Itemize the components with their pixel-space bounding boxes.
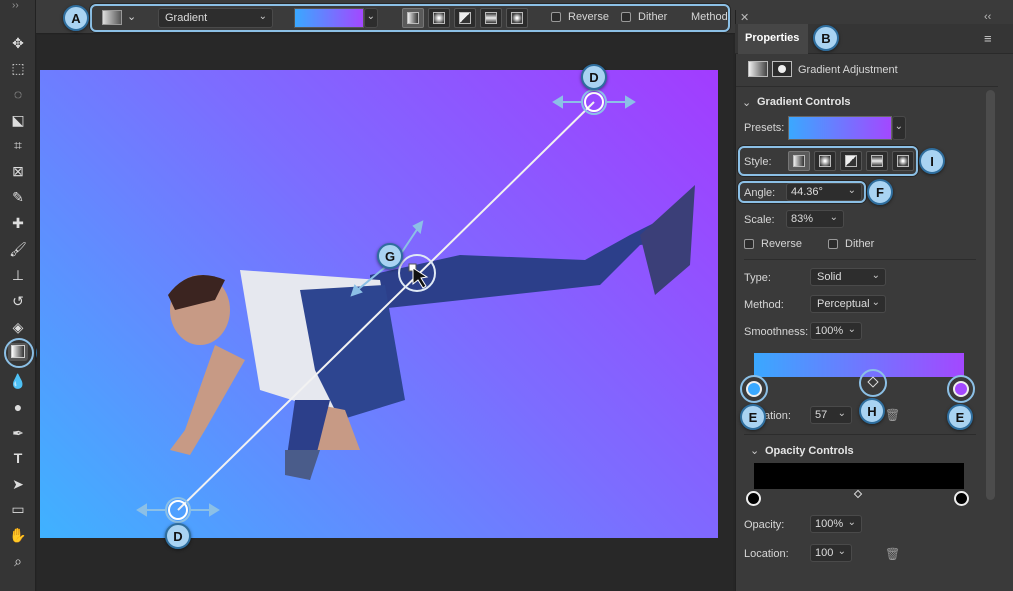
adjustment-label: Gradient Adjustment	[798, 64, 898, 76]
opacity-gradient-bar[interactable]	[754, 463, 964, 489]
collapse-gradient-controls-icon[interactable]: ⌄	[742, 96, 751, 109]
chevron-down-icon: ⌄	[871, 270, 880, 281]
callout-h-ring	[859, 369, 887, 397]
chevron-down-icon: ⌄	[847, 324, 856, 335]
radial-gradient-icon	[819, 155, 831, 167]
dither-checkbox[interactable]	[828, 239, 838, 249]
close-panel-icon[interactable]: ✕	[740, 11, 749, 24]
callout-g: G	[377, 243, 403, 269]
type-label: Type:	[744, 272, 771, 284]
angle-input[interactable]: 44.36° ⌄	[786, 183, 862, 201]
divider	[736, 86, 998, 87]
properties-tab-title: Properties	[745, 32, 800, 44]
panel-scrollbar[interactable]	[986, 90, 995, 500]
opacity-stop-right[interactable]	[954, 491, 969, 506]
gradient-adjustment-icon	[748, 61, 768, 77]
method-dropdown[interactable]: Perceptual ⌄	[810, 295, 886, 313]
chevron-down-icon: ⌄	[837, 408, 846, 419]
method-label: Method:	[744, 299, 784, 311]
reverse-label: Reverse	[761, 238, 802, 250]
callout-e-left-ring	[740, 375, 768, 403]
style-angle-button[interactable]	[840, 151, 862, 171]
opacity-location-input[interactable]: 100 ⌄	[810, 544, 852, 562]
divider	[744, 259, 976, 260]
opacity-input[interactable]: 100% ⌄	[810, 515, 862, 533]
callout-e-right: E	[947, 404, 973, 430]
smoothness-value: 100%	[815, 325, 844, 337]
panel-menu-icon[interactable]: ≡	[984, 31, 992, 46]
chevron-down-icon: ⌄	[894, 121, 903, 132]
gradient-controls-header: Gradient Controls	[757, 96, 851, 108]
trash-icon[interactable]: 🗑	[885, 408, 900, 422]
scale-value: 83%	[791, 213, 814, 225]
callout-f: F	[867, 179, 893, 205]
style-label: Style:	[744, 156, 772, 168]
angle-value: 44.36°	[791, 186, 823, 198]
chevron-down-icon: ⌄	[847, 517, 856, 528]
callout-b: B	[813, 25, 839, 51]
angle-label: Angle:	[744, 187, 776, 199]
location-label: ation:	[764, 410, 791, 422]
style-radial-button[interactable]	[814, 151, 836, 171]
scale-label: Scale:	[744, 214, 775, 226]
style-reflected-button[interactable]	[866, 151, 888, 171]
callout-d-top: D	[581, 64, 607, 90]
opacity-stop-left[interactable]	[746, 491, 761, 506]
location-input[interactable]: 57 ⌄	[810, 406, 852, 424]
chevron-down-icon: ⌄	[847, 185, 856, 196]
type-dropdown[interactable]: Solid ⌄	[810, 268, 886, 286]
smoothness-label: Smoothness:	[744, 326, 809, 338]
reflected-gradient-icon	[871, 155, 883, 167]
presets-label: Presets:	[744, 122, 785, 134]
dither-label: Dither	[845, 238, 875, 250]
opacity-location-value: 100	[815, 547, 834, 559]
callout-h: H	[859, 398, 885, 424]
scale-input[interactable]: 83% ⌄	[786, 210, 844, 228]
collapse-panel-icon[interactable]: ‹‹	[984, 11, 991, 23]
type-value: Solid	[817, 271, 842, 283]
callout-d-bottom: D	[165, 523, 191, 549]
presets-dropdown[interactable]: ⌄	[892, 116, 906, 140]
opacity-label: Opacity:	[744, 519, 785, 531]
reverse-checkbox[interactable]	[744, 239, 754, 249]
layer-mask-icon[interactable]	[772, 61, 792, 77]
linear-gradient-icon	[793, 155, 805, 167]
chevron-down-icon: ⌄	[837, 546, 846, 557]
style-linear-button[interactable]	[788, 151, 810, 171]
angle-gradient-icon	[845, 155, 857, 167]
opacity-value: 100%	[815, 518, 844, 530]
color-gradient-bar[interactable]	[754, 353, 964, 377]
callout-i: I	[919, 148, 945, 174]
diamond-gradient-icon	[897, 155, 909, 167]
opacity-location-label: Location:	[744, 548, 789, 560]
style-diamond-button[interactable]	[892, 151, 914, 171]
smoothness-input[interactable]: 100% ⌄	[810, 322, 862, 340]
location-value: 57	[815, 409, 828, 421]
method-value: Perceptual	[817, 298, 870, 310]
callout-e-right-ring	[947, 375, 975, 403]
divider	[744, 434, 976, 435]
opacity-controls-header: Opacity Controls	[765, 445, 854, 457]
trash-icon[interactable]: 🗑	[885, 547, 900, 561]
collapse-opacity-controls-icon[interactable]: ⌄	[750, 444, 759, 457]
presets-gradient-swatch[interactable]	[788, 116, 892, 140]
callout-e-left: E	[740, 404, 766, 430]
chevron-down-icon: ⌄	[871, 297, 880, 308]
chevron-down-icon: ⌄	[829, 212, 838, 223]
